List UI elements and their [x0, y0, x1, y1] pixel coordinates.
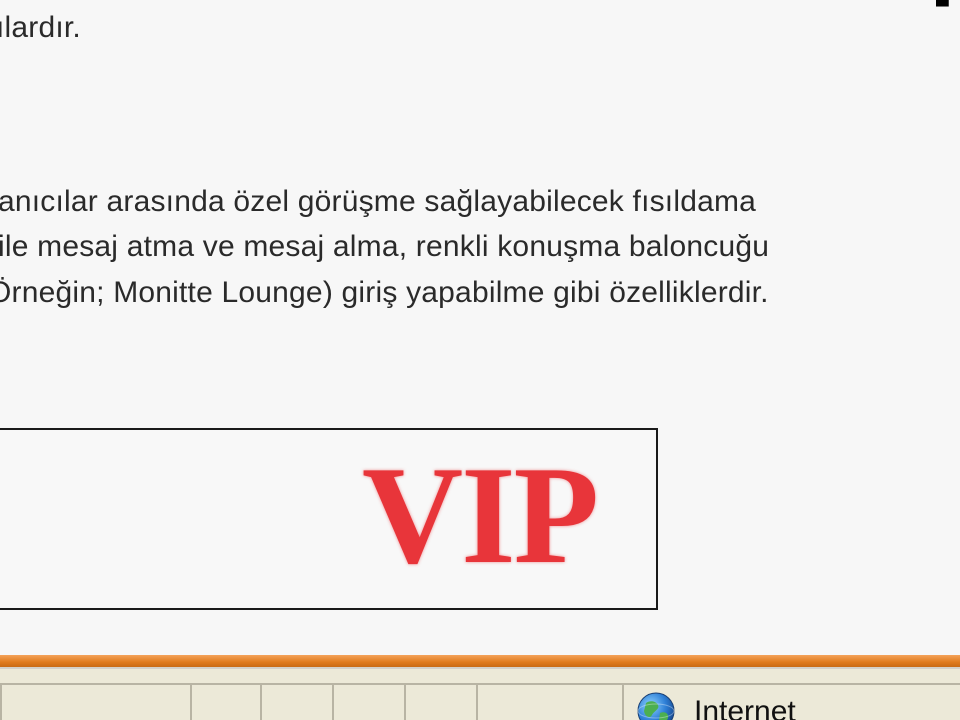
paragraph-line-2: ile mesaj atma ve mesaj alma, renkli kon…	[0, 230, 770, 263]
text-line-top: ılardır.	[0, 11, 81, 44]
page-content: ılardır. anıcılar arasında özel görüşme …	[0, 0, 960, 655]
security-zone-pane[interactable]: Internet	[622, 683, 960, 720]
status-pane-1	[190, 683, 260, 720]
scroll-corner-icon: ▀	[936, 0, 949, 16]
browser-viewport: ılardır. anıcılar arasında özel görüşme …	[0, 0, 960, 720]
window-border-accent	[0, 655, 960, 667]
globe-icon	[637, 692, 675, 720]
status-pane-2	[260, 683, 332, 720]
paragraph-line-1: anıcılar arasında özel görüşme sağlayabi…	[0, 185, 757, 218]
paragraph-line-3: Örneğin; Monitte Lounge) giriş yapabilme…	[0, 276, 769, 309]
status-pane-main	[0, 683, 190, 720]
status-pane-3	[332, 683, 404, 720]
status-pane-4	[404, 683, 476, 720]
status-bar: Internet	[0, 667, 960, 720]
status-pane-5	[476, 683, 622, 720]
vip-logo-text: VIP	[362, 438, 599, 593]
zone-label: Internet	[694, 695, 796, 720]
